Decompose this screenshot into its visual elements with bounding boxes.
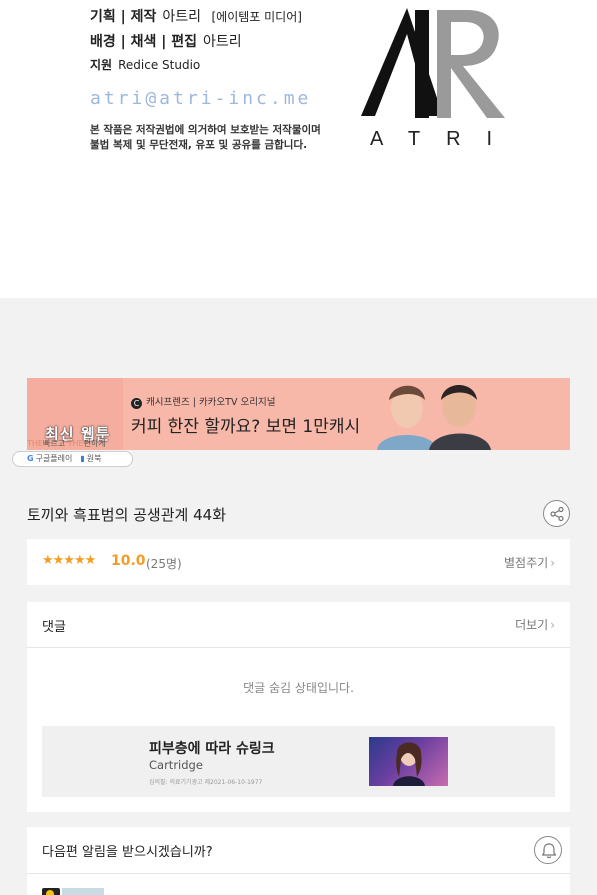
credit-support-label: 지원: [90, 58, 113, 72]
ad-subtitle: Cartridge: [149, 758, 203, 772]
ad-title: 피부층에 따라 슈링크: [149, 741, 275, 757]
ad-box[interactable]: 피부층에 따라 슈링크 Cartridge 심의필: 의료기기광고 제2021-…: [42, 726, 555, 797]
rating-score: 10.0: [111, 553, 146, 569]
comments-more-label: 더보기: [515, 618, 549, 632]
ad-thumbnail: [369, 737, 448, 786]
credit-support-value: Redice Studio: [118, 58, 201, 72]
copyright-notice-line1: 본 작품은 저작권법에 의거하여 보호받는 저작물이며: [90, 124, 321, 136]
rating-card: ★★★★★ 10.0 (25명) 별점주기 ›: [27, 539, 570, 585]
chevron-right-icon: ›: [550, 556, 555, 570]
banner-subtag-the1: THE: [27, 439, 43, 448]
credit-support: 지원 Redice Studio: [90, 56, 200, 73]
share-button[interactable]: [543, 500, 570, 527]
credit-plan-note: [에이템포 미디어]: [211, 10, 302, 24]
promo-banner[interactable]: 최신 웹툰 THE빠르고 THE편하게 C 캐시프렌즈 | 카카오TV 오리지널 …: [27, 378, 570, 450]
onestore-icon: ▮: [80, 454, 85, 463]
comments-more-button[interactable]: 더보기 ›: [515, 616, 555, 633]
banner-subtag-the2: THE: [67, 439, 84, 448]
rating-count: (25명): [146, 557, 182, 571]
comments-header: 댓글 더보기 ›: [27, 602, 570, 648]
google-play-icon: G: [27, 454, 34, 463]
notify-label: 다음편 알림을 받으시겠습니까?: [42, 845, 213, 860]
chevron-right-icon: ›: [550, 618, 555, 632]
store-onestore-label: 원북: [86, 454, 102, 463]
contact-email: atri@atri-inc.me: [90, 88, 312, 109]
ad-model-image: [393, 742, 425, 786]
credit-background: 배경 | 채색 | 편집 아트리: [90, 31, 242, 51]
next-episode-thumbnail: [62, 888, 104, 895]
comments-label: 댓글: [42, 620, 66, 635]
credit-plan-value: 아트리: [162, 9, 202, 25]
store-google-label: 구글플레이: [35, 454, 73, 463]
rating-stars: ★★★★★: [42, 553, 96, 568]
store-badge[interactable]: G 구글플레이 ▮ 원북: [12, 451, 133, 467]
banner-people-image: [377, 385, 491, 450]
credits-section: 기획 | 제작 아트리 [에이템포 미디어] 배경 | 채색 | 편집 아트리 지원…: [0, 0, 597, 298]
copyright-notice-line2: 불법 복제 및 무단전재, 유포 및 공유를 금합니다.: [90, 139, 308, 151]
banner-subtag-fast: 빠르고: [42, 439, 66, 448]
copyright-notice: 본 작품은 저작권법에 의거하여 보호받는 저작물이며 불법 복제 및 무단전재…: [90, 123, 321, 153]
rate-button[interactable]: 별점주기 ›: [504, 554, 555, 571]
banner-subtag-easy: 편하게: [83, 439, 106, 448]
banner-headline: 커피 한잔 할까요? 보면 1만캐시: [131, 417, 361, 437]
next-episode-card[interactable]: [27, 873, 570, 895]
banner-sponsor: C 캐시프렌즈 | 카카오TV 오리지널: [131, 394, 275, 409]
credit-bg-value: 아트리: [203, 34, 242, 50]
rate-button-label: 별점주기: [504, 556, 549, 570]
banner-subtag: THE빠르고 THE편하게: [27, 438, 106, 449]
bell-icon: [541, 843, 557, 859]
credit-plan: 기획 | 제작 아트리 [에이템포 미디어]: [90, 6, 302, 26]
episode-title: 토끼와 흑표범의 공생관계 44화: [27, 506, 226, 524]
ad-fine-print: 심의필: 의료기기광고 제2021-06-10-1977: [149, 779, 263, 786]
atri-logo-text: ATRI: [370, 128, 519, 150]
notify-bell-button[interactable]: [534, 836, 562, 864]
cashfriends-icon: C: [131, 398, 142, 409]
credit-bg-label: 배경 | 채색 | 편집: [90, 34, 198, 50]
banner-sponsor-text: 캐시프렌즈 | 카카오TV 오리지널: [146, 397, 276, 408]
comments-card: 댓글 더보기 › 댓글 숨김 상태입니다. 피부층에 따라 슈링크 Cartrid…: [27, 602, 570, 812]
comments-hidden-message: 댓글 숨김 상태입니다.: [243, 681, 354, 695]
share-icon: [550, 506, 564, 522]
notify-card: 다음편 알림을 받으시겠습니까?: [27, 827, 570, 873]
credit-plan-label: 기획 | 제작: [90, 9, 157, 25]
kakao-page-icon: [42, 888, 60, 895]
